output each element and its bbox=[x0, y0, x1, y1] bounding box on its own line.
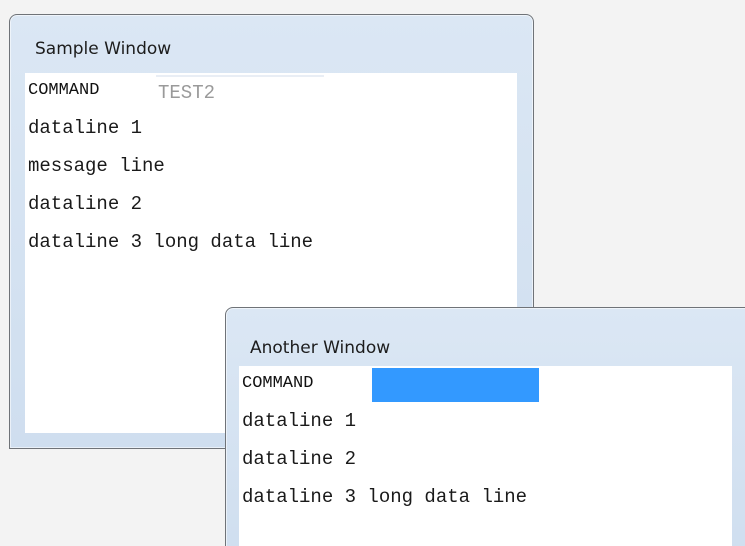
command-input[interactable] bbox=[156, 75, 324, 109]
data-line: dataline 1 bbox=[28, 117, 143, 139]
another-window-client-area: COMMAND dataline 1 dataline 2 dataline 3… bbox=[239, 366, 732, 546]
command-input-selected[interactable] bbox=[372, 368, 539, 402]
command-label: COMMAND bbox=[28, 81, 100, 100]
command-label: COMMAND bbox=[242, 374, 314, 393]
data-line: dataline 3 long data line bbox=[28, 231, 314, 253]
message-line: message line bbox=[28, 155, 165, 177]
another-window-title[interactable]: Another Window bbox=[250, 338, 390, 358]
data-line: dataline 2 bbox=[242, 448, 357, 470]
another-window[interactable]: Another Window COMMAND dataline 1 datali… bbox=[225, 307, 745, 546]
data-line: dataline 1 bbox=[242, 410, 357, 432]
data-line: dataline 2 bbox=[28, 193, 143, 215]
data-line: dataline 3 long data line bbox=[242, 486, 528, 508]
sample-window-title[interactable]: Sample Window bbox=[35, 39, 171, 59]
